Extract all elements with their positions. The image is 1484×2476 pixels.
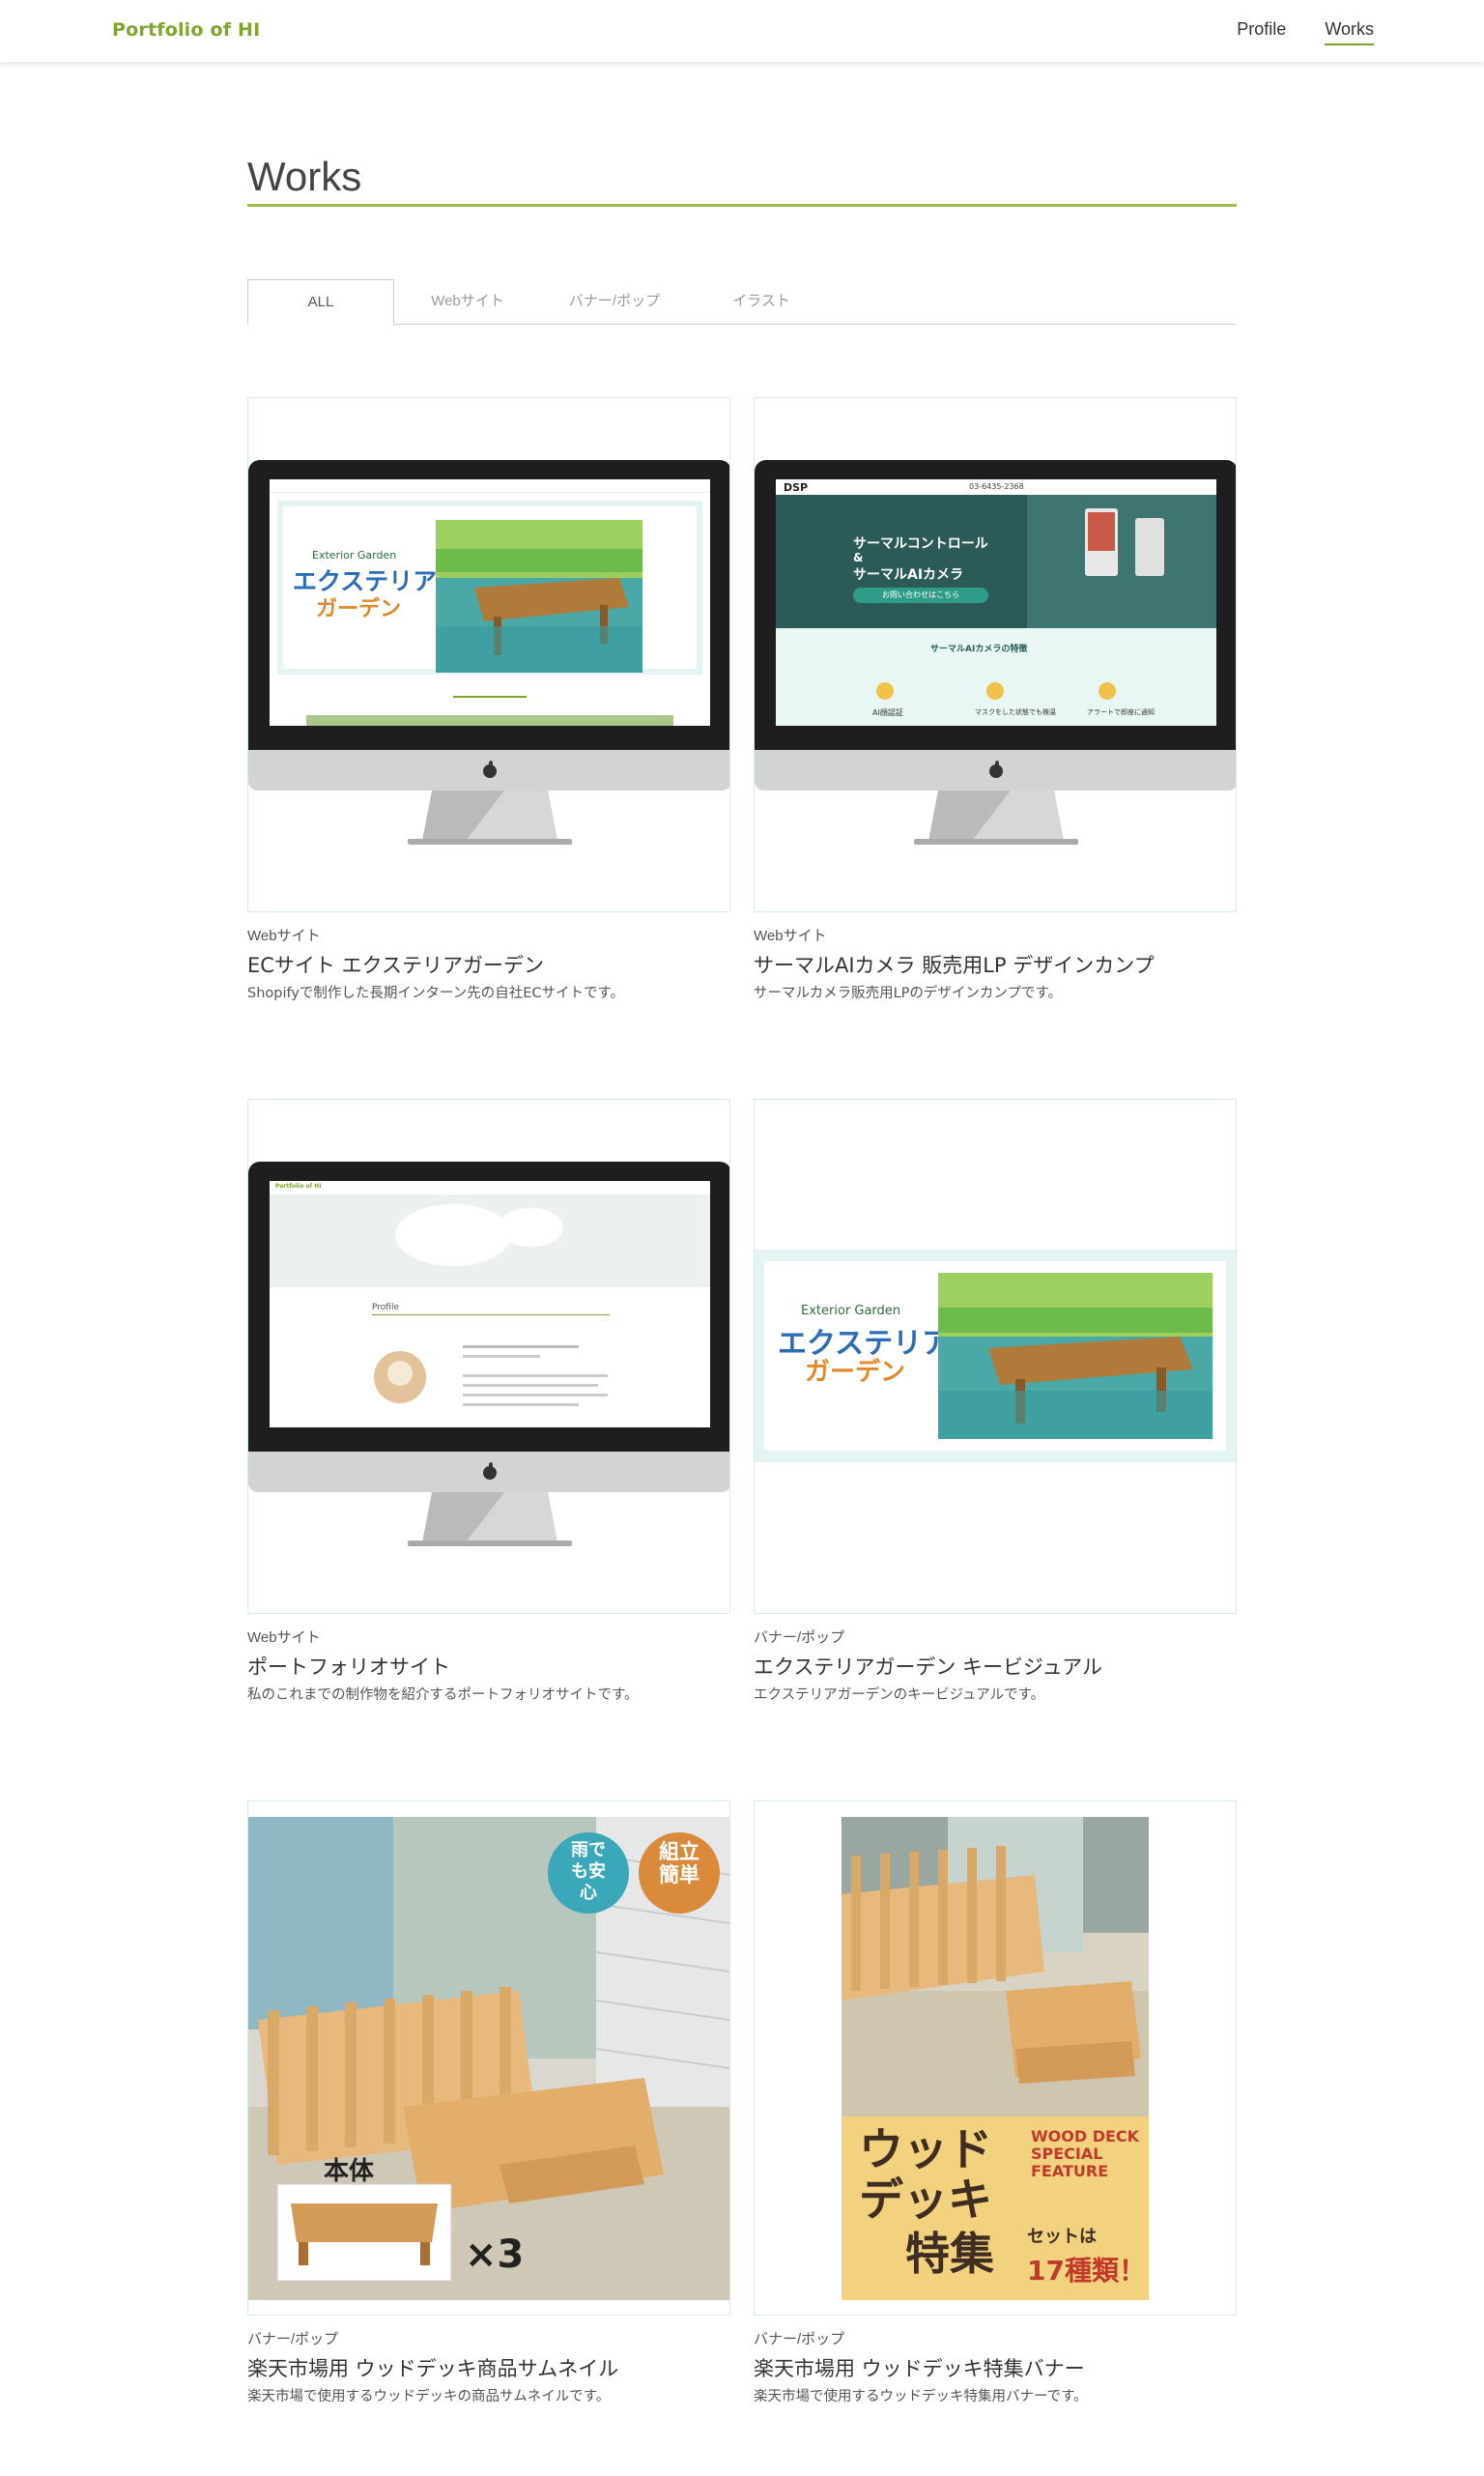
screen-section-title: サーマルAIカメラの特徴 [930, 645, 1028, 654]
banner-en-1: WOOD DECK [1031, 2127, 1140, 2145]
nav-profile[interactable]: Profile [1237, 19, 1286, 45]
wood-deck-photo [842, 1817, 1149, 2116]
monitor-mockup: Exterior Garden エクステリア ガーデン [248, 460, 729, 856]
work-category: Webサイト [754, 928, 827, 944]
screen-feature-2: マスクをした状態でも検温 [975, 708, 1056, 716]
work-title[interactable]: ポートフォリオサイト [247, 1652, 450, 1681]
banner-set-count: 17種類！ [1027, 2255, 1146, 2287]
screen-logo: Portfolio of HI [275, 1183, 322, 1190]
banner-set-label: セットは [1027, 2227, 1097, 2247]
screen-brand-small: Exterior Garden [312, 549, 397, 561]
banner-main-2: デッキ [859, 2174, 992, 2226]
apple-logo-icon [483, 761, 497, 778]
feature-banner: ウッド デッキ 特集 WOOD DECK SPECIAL FEATURE セット… [842, 1817, 1149, 2300]
work-description: 楽天市場で使用するウッドデッキの商品サムネイルです。 [247, 2389, 611, 2404]
tab-website[interactable]: Webサイト [394, 279, 541, 325]
banner-main-3: 特集 [905, 2228, 994, 2280]
page-title: Works [247, 155, 1237, 207]
work-thumbnail[interactable]: Portfolio of HI Profile [247, 1099, 730, 1614]
monitor-bezel: DSP 03-6435-2368 サーマルコントロール & サーマルAIカメラ … [755, 460, 1236, 750]
nav-works[interactable]: Works [1325, 19, 1374, 45]
screen-headline-amp: & [853, 551, 864, 564]
screen-headline-1: サーマルコントロール [853, 536, 988, 552]
label-count: ×3 [465, 2232, 525, 2277]
monitor-screen: Portfolio of HI Profile [270, 1181, 710, 1427]
banner-en-2: SPECIAL [1031, 2145, 1103, 2163]
main-nav: Profile Works [1237, 19, 1374, 45]
tab-all[interactable]: ALL [247, 279, 394, 326]
garden-photo [436, 520, 642, 673]
category-tabs: ALL Webサイト バナー/ポップ イラスト [247, 279, 1237, 326]
work-description: サーマルカメラ販売用LPのデザインカンプです。 [754, 986, 1063, 1001]
badge-rain-proof: 雨でも安心 [571, 1840, 606, 1903]
monitor-screen: DSP 03-6435-2368 サーマルコントロール & サーマルAIカメラ … [776, 479, 1216, 726]
monitor-mockup: Portfolio of HI Profile [248, 1162, 729, 1558]
work-category: バナー/ポップ [754, 1629, 845, 1646]
leaf-graphic [395, 1204, 563, 1266]
screen-cta-button: お問い合わせはこちら [853, 588, 988, 603]
banner-en-3: FEATURE [1031, 2162, 1109, 2180]
monitor-screen: Exterior Garden エクステリア ガーデン [270, 479, 710, 726]
wood-deck-photo [248, 1817, 729, 2300]
tab-illustration[interactable]: イラスト [688, 279, 835, 325]
monitor-bezel: Portfolio of HI Profile [248, 1162, 729, 1452]
work-title[interactable]: 楽天市場用 ウッドデッキ商品サムネイル [247, 2353, 618, 2382]
banner-brand-small: Exterior Garden [801, 1304, 901, 1318]
work-title[interactable]: 楽天市場用 ウッドデッキ特集バナー [754, 2353, 1085, 2382]
work-category: バナー/ポップ [247, 2331, 339, 2347]
screen-headline-2: サーマルAIカメラ [853, 567, 964, 583]
monitor-stand [914, 791, 1078, 845]
work-category: Webサイト [247, 928, 321, 944]
label-body: 本体 [324, 2157, 375, 2186]
work-category: バナー/ポップ [754, 2331, 845, 2347]
work-description: 私のこれまでの制作物を紹介するポートフォリオサイトです。 [247, 1687, 639, 1703]
site-header: Portfolio of HI Profile Works [0, 0, 1484, 62]
monitor-mockup: DSP 03-6435-2368 サーマルコントロール & サーマルAIカメラ … [755, 460, 1236, 856]
apple-logo-icon [483, 1462, 497, 1480]
work-category: Webサイト [247, 1629, 321, 1646]
screen-phone: 03-6435-2368 [969, 482, 1024, 491]
monitor-stand [408, 791, 572, 845]
work-description: 楽天市場で使用するウッドデッキ特集用バナーです。 [754, 2389, 1088, 2404]
screen-logo: DSP [784, 481, 809, 494]
garden-photo [938, 1273, 1213, 1439]
work-thumbnail[interactable]: Exterior Garden エクステリア ガーデン [754, 1099, 1237, 1614]
apple-logo-icon [989, 761, 1003, 778]
work-title[interactable]: ECサイト エクステリアガーデン [247, 950, 544, 979]
tab-banner-pop[interactable]: バナー/ポップ [541, 279, 688, 325]
work-title[interactable]: サーマルAIカメラ 販売用LP デザインカンプ [754, 950, 1155, 979]
banner-main-1: ウッド [859, 2123, 992, 2175]
work-description: エクステリアガーデンのキービジュアルです。 [754, 1687, 1045, 1703]
work-description: Shopifyで制作した長期インターン先の自社ECサイトです。 [247, 986, 625, 1001]
work-thumbnail[interactable]: Exterior Garden エクステリア ガーデン [247, 397, 730, 912]
work-title[interactable]: エクステリアガーデン キービジュアル [754, 1652, 1102, 1681]
work-thumbnail[interactable]: 雨でも安心 組立簡単 本体 ×3 [247, 1800, 730, 2316]
screen-section-title: Profile [372, 1303, 399, 1312]
monitor-bezel: Exterior Garden エクステリア ガーデン [248, 460, 729, 750]
work-thumbnail[interactable]: DSP 03-6435-2368 サーマルコントロール & サーマルAIカメラ … [754, 397, 1237, 912]
key-visual-banner: Exterior Garden エクステリア ガーデン [755, 1250, 1236, 1462]
screen-feature-3: アラートで即座に通知 [1087, 708, 1155, 716]
screen-feature-1: AI顔認証 [872, 708, 903, 717]
site-logo[interactable]: Portfolio of HI [112, 19, 260, 41]
monitor-stand [408, 1492, 572, 1546]
badge-easy-assembly: 組立簡単 [659, 1840, 699, 1886]
work-thumbnail[interactable]: ウッド デッキ 特集 WOOD DECK SPECIAL FEATURE セット… [754, 1800, 1237, 2316]
banner-brand-main-2: ガーデン [805, 1358, 906, 1387]
screen-brand-main-2: ガーデン [316, 597, 402, 621]
